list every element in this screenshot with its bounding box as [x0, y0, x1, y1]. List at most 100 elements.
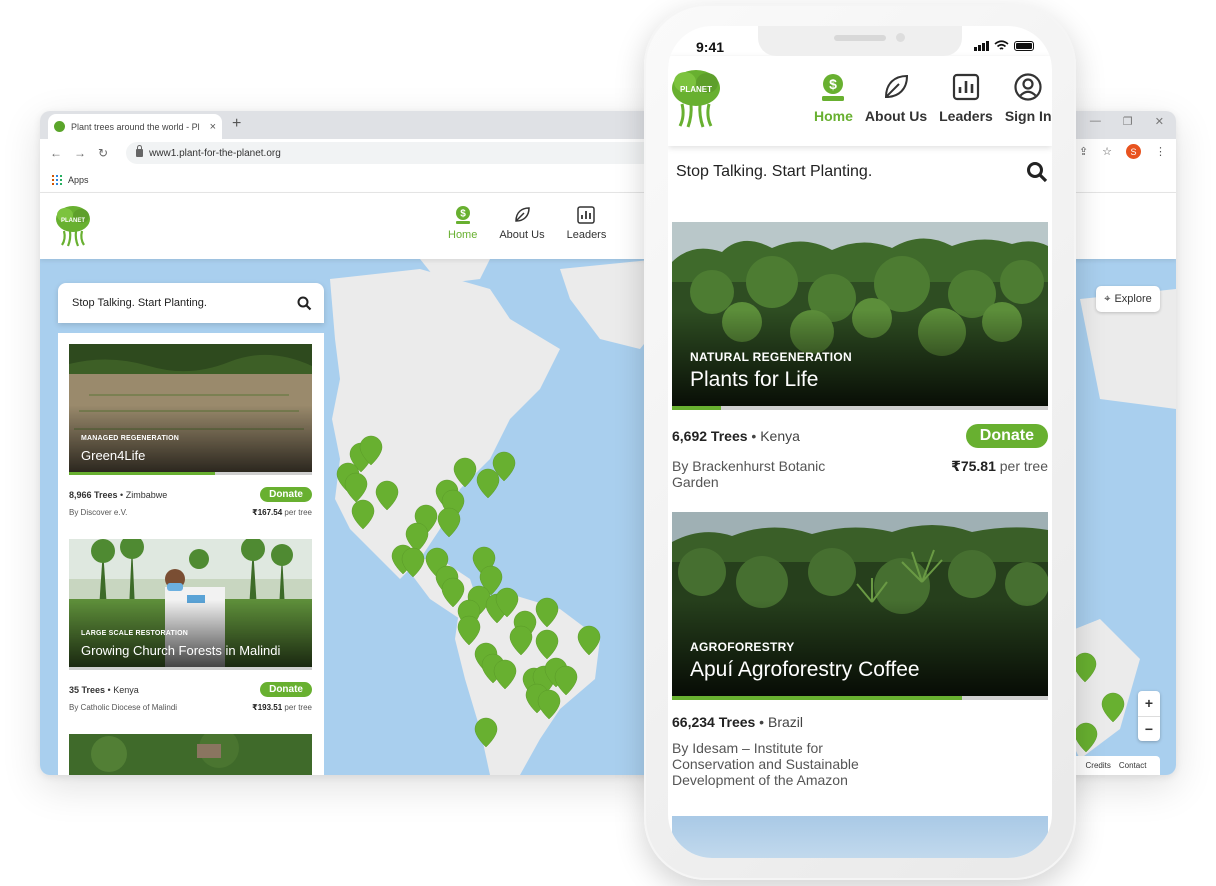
search-input[interactable]: Stop Talking. Start Planting. — [72, 297, 207, 309]
address-bar[interactable]: www1.plant-for-the-planet.org — [126, 142, 687, 164]
phone-header: PLANET $ Home About Us Leaders Sign In — [668, 56, 1052, 146]
project-type: NATURAL REGENERATION — [690, 350, 852, 364]
project-image: LARGE SCALE RESTORATION Growing Church F… — [69, 539, 312, 670]
zoom-out-button[interactable]: − — [1138, 717, 1160, 742]
status-time: 9:41 — [696, 39, 725, 55]
nav-sign-in[interactable]: Sign In — [1005, 72, 1052, 124]
arrow-left-icon[interactable]: ← — [50, 146, 62, 160]
project-card[interactable]: NATURAL REGENERATION Plants for Life 6,6… — [672, 222, 1048, 490]
binoculars-icon: ⌖ — [1104, 292, 1111, 305]
nav-home[interactable]: $ Home — [814, 72, 853, 124]
zoom-control: + − — [1138, 691, 1160, 741]
nav-leaders[interactable]: Leaders — [566, 205, 607, 241]
nav-about-label: About Us — [864, 108, 928, 124]
donate-icon: $ — [455, 206, 470, 224]
chart-icon — [577, 206, 596, 224]
price-per-tree: ₹75.81 per tree — [951, 458, 1048, 474]
search-bar[interactable]: Stop Talking. Start Planting. — [58, 283, 324, 323]
project-card[interactable]: MANAGED REGENERATION Green4Life 8,966 Tr… — [69, 344, 312, 517]
nav-leaders-label: Leaders — [566, 229, 607, 241]
search-input[interactable]: Stop Talking. Start Planting. — [676, 163, 872, 181]
project-organization: By Discover e.V. — [69, 508, 128, 517]
explore-button[interactable]: ⌖ Explore — [1096, 286, 1160, 312]
bookmark-apps[interactable]: Apps — [68, 175, 89, 185]
project-organization: By Idesam – Institute for Conservation a… — [672, 740, 859, 788]
donate-icon: $ — [822, 74, 845, 101]
nav-home-label: Home — [448, 229, 478, 241]
url-text: www1.plant-for-the-planet.org — [149, 147, 281, 159]
nav-about-us[interactable]: About Us — [865, 72, 927, 124]
tree-count: 8,966 Trees • Zimbabwe — [69, 489, 168, 500]
svg-text:PLANET: PLANET — [680, 85, 712, 94]
phone-screen: 9:41 PLANET $ Home About Us Leaders Sign… — [668, 26, 1052, 858]
project-name: Apuí Agroforestry Coffee — [690, 658, 920, 681]
search-icon[interactable] — [297, 296, 312, 311]
signal-icon — [974, 41, 989, 51]
window-controls: — ❐ ✕ — [1090, 115, 1164, 128]
donate-button[interactable]: Donate — [260, 682, 312, 697]
donate-button[interactable]: Donate — [260, 487, 312, 502]
funding-progress-bar — [672, 696, 962, 700]
map-footer: Credits Contact — [1072, 756, 1160, 775]
arrow-right-icon[interactable]: → — [74, 146, 86, 160]
project-card[interactable]: LARGE SCALE RESTORATION Growing Church F… — [69, 539, 312, 712]
minimize-icon[interactable]: — — [1090, 115, 1101, 128]
phone-device: 9:41 PLANET $ Home About Us Leaders Sign… — [644, 4, 1076, 880]
phone-search-bar[interactable]: Stop Talking. Start Planting. — [668, 152, 1052, 192]
explore-label: Explore — [1114, 293, 1152, 305]
project-organization: By Catholic Diocese of Malindi — [69, 703, 178, 712]
close-icon[interactable]: ✕ — [1155, 115, 1164, 128]
plant-for-the-planet-logo[interactable]: PLANET — [670, 68, 722, 133]
browser-tab[interactable]: Plant trees around the world - Pl × — [48, 114, 222, 139]
tree-count: 66,234 Trees • Brazil — [672, 714, 803, 730]
share-icon[interactable]: ⇪ — [1079, 145, 1088, 158]
star-icon[interactable]: ☆ — [1102, 145, 1112, 158]
avatar[interactable]: S — [1126, 144, 1141, 159]
credits-link[interactable]: Credits — [1086, 761, 1111, 770]
nav-leaders[interactable]: Leaders — [939, 72, 993, 124]
user-icon — [1014, 73, 1042, 101]
project-name: Growing Church Forests in Malindi — [81, 643, 281, 658]
tab-close-icon[interactable]: × — [210, 121, 216, 133]
zoom-in-button[interactable]: + — [1138, 691, 1160, 717]
funding-progress-bar — [69, 472, 215, 475]
project-name: Plants for Life — [690, 368, 819, 391]
project-card-peek[interactable] — [672, 816, 1048, 858]
tab-title: Plant trees around the world - Pl — [71, 121, 200, 132]
project-image — [69, 734, 312, 775]
reload-icon[interactable]: ↻ — [98, 146, 108, 160]
plant-for-the-planet-logo[interactable]: PLANET — [54, 205, 92, 252]
leaf-icon — [515, 207, 530, 222]
project-card[interactable]: AGROFORESTRY Apuí Agroforestry Coffee 66… — [672, 512, 1048, 788]
project-organization: By Brackenhurst Botanic Garden — [672, 458, 826, 490]
new-tab-button[interactable]: + — [232, 115, 241, 133]
project-image: AGROFORESTRY Apuí Agroforestry Coffee — [672, 512, 1048, 700]
project-name: Green4Life — [81, 448, 146, 463]
site-nav: $ Home About Us Leaders — [448, 205, 606, 241]
project-image: MANAGED REGENERATION Green4Life — [69, 344, 312, 475]
leaf-icon — [885, 74, 909, 99]
search-icon[interactable] — [1026, 161, 1048, 183]
nav-home[interactable]: $ Home — [448, 205, 477, 241]
favicon-icon — [54, 121, 65, 132]
contact-link[interactable]: Contact — [1119, 761, 1147, 770]
nav-sign-in-label: Sign In — [1004, 108, 1052, 124]
nav-about-label: About Us — [499, 229, 545, 241]
project-type: LARGE SCALE RESTORATION — [81, 630, 189, 637]
project-card[interactable] — [69, 734, 312, 775]
svg-text:$: $ — [460, 209, 466, 220]
nav-about-us[interactable]: About Us — [499, 205, 545, 241]
donate-button[interactable]: Donate — [965, 424, 1048, 448]
project-image: NATURAL REGENERATION Plants for Life — [672, 222, 1048, 410]
wifi-icon — [994, 40, 1009, 50]
status-icons — [974, 40, 1034, 51]
nav-home-label: Home — [814, 108, 853, 124]
project-list: MANAGED REGENERATION Green4Life 8,966 Tr… — [58, 333, 324, 775]
apps-icon[interactable] — [52, 174, 62, 185]
tree-count: 35 Trees • Kenya — [69, 684, 139, 695]
svg-text:PLANET: PLANET — [61, 218, 85, 224]
price-per-tree: ₹193.51 per tree — [252, 703, 312, 712]
menu-dots-icon[interactable]: ⋮ — [1155, 145, 1166, 158]
price-per-tree: ₹167.54 per tree — [252, 508, 312, 517]
maximize-icon[interactable]: ❐ — [1123, 115, 1133, 128]
